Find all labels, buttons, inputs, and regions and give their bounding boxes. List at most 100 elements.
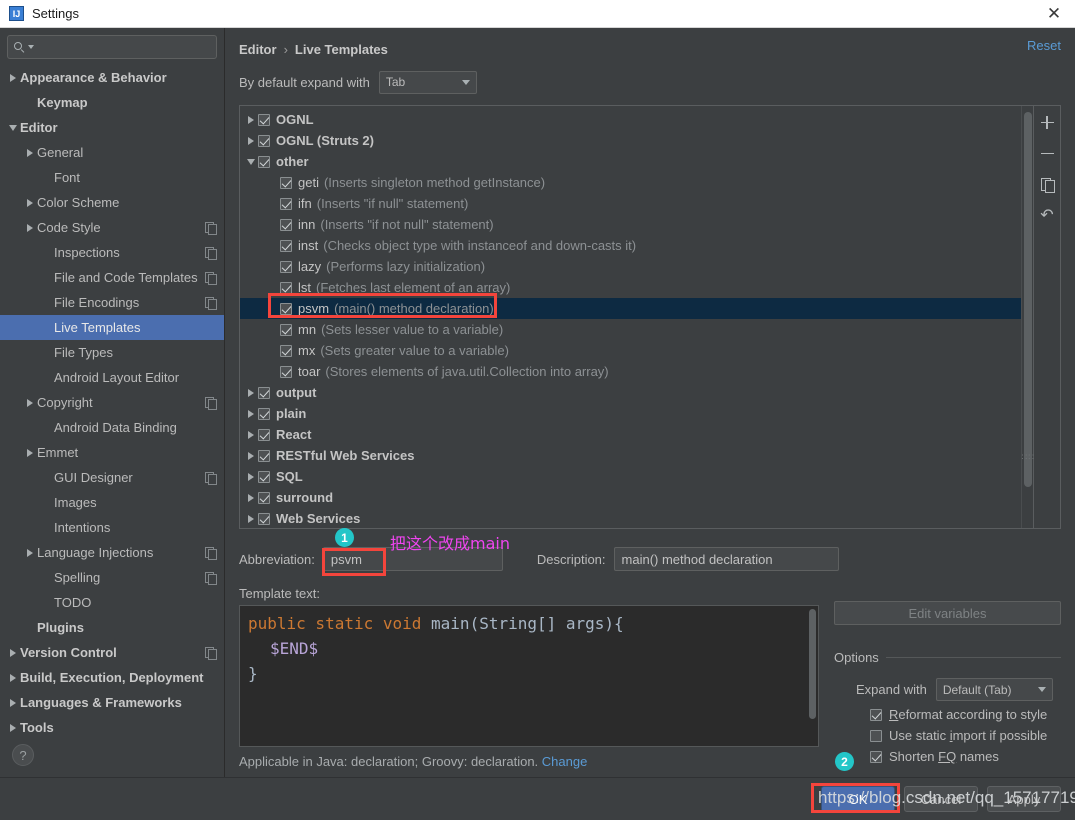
option-checkbox-row[interactable]: Reformat according to style [870, 707, 1061, 722]
option-checkbox[interactable] [870, 708, 882, 721]
expand-toggle[interactable] [6, 73, 20, 82]
expand-toggle[interactable] [244, 472, 258, 481]
reset-link[interactable]: Reset [1027, 38, 1061, 53]
sidebar-item-build-execution-deployment[interactable]: Build, Execution, Deployment [0, 665, 224, 690]
cancel-button[interactable]: Cancel [904, 786, 978, 812]
template-checkbox[interactable] [280, 344, 292, 357]
template-checkbox[interactable] [258, 386, 270, 399]
live-templates-tree[interactable]: OGNL OGNL (Struts 2) other geti (Inserts sin… [240, 106, 1021, 528]
expand-toggle[interactable] [244, 430, 258, 439]
expand-toggle[interactable] [23, 223, 37, 232]
sidebar-item-gui-designer[interactable]: GUI Designer [0, 465, 224, 490]
template-group-row[interactable]: surround [240, 487, 1021, 508]
expand-toggle[interactable] [23, 398, 37, 407]
option-checkbox[interactable] [870, 729, 882, 742]
sidebar-item-spelling[interactable]: Spelling [0, 565, 224, 590]
sidebar-item-version-control[interactable]: Version Control [0, 640, 224, 665]
sidebar-item-file-types[interactable]: File Types [0, 340, 224, 365]
sidebar-item-file-encodings[interactable]: File Encodings [0, 290, 224, 315]
template-checkbox[interactable] [280, 218, 292, 231]
sidebar-item-languages-frameworks[interactable]: Languages & Frameworks [0, 690, 224, 715]
expand-toggle[interactable] [244, 451, 258, 460]
sidebar-item-intentions[interactable]: Intentions [0, 515, 224, 540]
expand-toggle[interactable] [244, 136, 258, 145]
template-row[interactable]: geti (Inserts singleton method getInstanc… [240, 172, 1021, 193]
search-box[interactable] [7, 35, 217, 59]
expand-toggle[interactable] [244, 388, 258, 397]
sidebar-item-keymap[interactable]: Keymap [0, 90, 224, 115]
remove-template-button[interactable] [1036, 143, 1058, 164]
template-row[interactable]: ifn (Inserts "if null" statement) [240, 193, 1021, 214]
template-group-row[interactable]: RESTful Web Services [240, 445, 1021, 466]
sidebar-item-emmet[interactable]: Emmet [0, 440, 224, 465]
template-checkbox[interactable] [280, 302, 292, 315]
template-group-row[interactable]: OGNL [240, 109, 1021, 130]
sidebar-item-file-and-code-templates[interactable]: File and Code Templates [0, 265, 224, 290]
template-checkbox[interactable] [280, 197, 292, 210]
duplicate-template-button[interactable] [1036, 174, 1058, 195]
sidebar-item-language-injections[interactable]: Language Injections [0, 540, 224, 565]
template-checkbox[interactable] [258, 470, 270, 483]
option-checkbox-row[interactable]: Shorten FQ names [870, 749, 1061, 764]
template-checkbox[interactable] [258, 134, 270, 147]
expand-toggle[interactable] [6, 723, 20, 732]
sidebar-item-inspections[interactable]: Inspections [0, 240, 224, 265]
template-row[interactable]: mx (Sets greater value to a variable) [240, 340, 1021, 361]
apply-button[interactable]: Apply [987, 786, 1061, 812]
template-text-editor[interactable]: public static void main(String[] args){ … [239, 605, 819, 747]
code-scrollbar-thumb[interactable] [809, 609, 816, 719]
template-checkbox[interactable] [280, 239, 292, 252]
template-checkbox[interactable] [258, 113, 270, 126]
templates-scrollbar-thumb[interactable] [1024, 112, 1032, 487]
close-icon[interactable]: ✕ [1039, 1, 1069, 27]
template-checkbox[interactable] [258, 491, 270, 504]
template-group-row[interactable]: plain [240, 403, 1021, 424]
add-template-button[interactable] [1036, 112, 1058, 133]
template-row[interactable]: psvm (main() method declaration) [240, 298, 1021, 319]
template-checkbox[interactable] [258, 407, 270, 420]
sidebar-item-images[interactable]: Images [0, 490, 224, 515]
template-row[interactable]: inst (Checks object type with instanceof … [240, 235, 1021, 256]
sidebar-item-live-templates[interactable]: Live Templates [0, 315, 224, 340]
sidebar-item-general[interactable]: General [0, 140, 224, 165]
sidebar-item-copyright[interactable]: Copyright [0, 390, 224, 415]
template-checkbox[interactable] [280, 365, 292, 378]
expand-toggle[interactable] [244, 409, 258, 418]
sidebar-item-plugins[interactable]: Plugins [0, 615, 224, 640]
collapse-toggle[interactable] [244, 158, 258, 165]
expand-with-select[interactable]: Default (Tab) [935, 678, 1053, 701]
option-checkbox-row[interactable]: Use static import if possible [870, 728, 1061, 743]
template-group-row[interactable]: other [240, 151, 1021, 172]
collapse-toggle[interactable] [6, 124, 20, 131]
ok-button[interactable]: OK [821, 786, 895, 812]
template-checkbox[interactable] [280, 281, 292, 294]
template-checkbox[interactable] [280, 323, 292, 336]
templates-scrollbar[interactable] [1021, 106, 1033, 528]
template-row[interactable]: inn (Inserts "if not null" statement) [240, 214, 1021, 235]
expand-toggle[interactable] [6, 698, 20, 707]
abbreviation-input[interactable]: psvm [322, 547, 503, 571]
template-checkbox[interactable] [258, 512, 270, 525]
expand-toggle[interactable] [23, 148, 37, 157]
expand-toggle[interactable] [6, 648, 20, 657]
expand-toggle[interactable] [6, 673, 20, 682]
option-checkbox[interactable] [870, 750, 882, 763]
sidebar-item-editor[interactable]: Editor [0, 115, 224, 140]
expand-toggle[interactable] [244, 493, 258, 502]
description-input[interactable]: main() method declaration [613, 547, 839, 571]
panel-splitter-handle[interactable]: ∷∷ [1022, 452, 1035, 463]
expand-toggle[interactable] [244, 514, 258, 523]
template-group-row[interactable]: SQL [240, 466, 1021, 487]
expand-toggle[interactable] [244, 115, 258, 124]
breadcrumb-parent[interactable]: Editor [239, 42, 277, 57]
template-row[interactable]: mn (Sets lesser value to a variable) [240, 319, 1021, 340]
revert-template-button[interactable]: ↶ [1036, 205, 1058, 226]
expand-toggle[interactable] [23, 198, 37, 207]
edit-variables-button[interactable]: Edit variables [834, 601, 1061, 625]
sidebar-item-color-scheme[interactable]: Color Scheme [0, 190, 224, 215]
sidebar-item-android-layout-editor[interactable]: Android Layout Editor [0, 365, 224, 390]
template-row[interactable]: lst (Fetches last element of an array) [240, 277, 1021, 298]
template-row[interactable]: lazy (Performs lazy initialization) [240, 256, 1021, 277]
default-expand-select[interactable]: Tab [378, 70, 477, 94]
template-row[interactable]: toar (Stores elements of java.util.Collec… [240, 361, 1021, 382]
